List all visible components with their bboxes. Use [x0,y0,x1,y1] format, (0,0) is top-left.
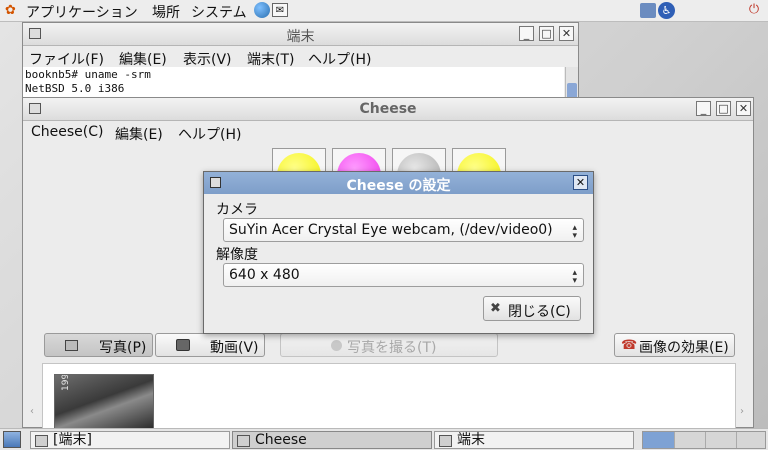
bottom-panel: [端末] Cheese 端末 [0,428,768,450]
workspace-4[interactable] [736,432,765,448]
terminal-menu-help[interactable]: ヘルプ(H) [308,49,371,69]
terminal-task-icon [439,435,452,447]
terminal-menubar: ファイル(F) 編集(E) 表示(V) 端末(T) ヘルプ(H) [23,46,578,68]
taskbar-item-terminal[interactable]: 端末 [434,431,634,449]
workspace-1[interactable] [643,432,674,448]
taskbar-item-label: 端末 [457,432,485,448]
close-button-label: 閉じる(C) [508,304,571,320]
applications-menu[interactable]: アプリケーション [26,2,138,22]
cheese-menubar: Cheese(C) 編集(E) ヘルプ(H) [23,121,753,143]
mail-launcher-icon[interactable]: ✉ [272,3,288,17]
effects-icon: ☎ [621,338,638,353]
video-camera-icon [176,339,190,351]
photo-mode-button[interactable]: 写真(P) [44,333,153,357]
network-icon[interactable] [640,3,656,18]
camera-icon [65,340,78,351]
system-menu[interactable]: システム [191,2,247,22]
cheese-menu-help[interactable]: ヘルプ(H) [178,124,241,144]
top-panel: ✿ アプリケーション 場所 システム ✉ ♿ ⏻ [0,0,768,22]
terminal-task-icon [35,435,48,447]
photo-mode-label: 写真(P) [99,340,147,356]
photo-thumbnail[interactable]: 1998 [54,374,154,430]
terminal-titlebar[interactable]: 端末 _ □ ✕ [23,23,578,46]
resolution-select-value: 640 x 480 [229,267,300,283]
effects-label: 画像の効果(E) [639,340,729,356]
thumbnail-strip[interactable]: 1998 [42,363,736,430]
workspace-2[interactable] [674,432,705,448]
camera-select[interactable]: SuYin Acer Crystal Eye webcam, (/dev/vid… [223,218,584,242]
terminal-menu-file[interactable]: ファイル(F) [29,49,104,69]
close-button[interactable]: ✖ 閉じる(C) [483,296,581,321]
video-mode-button[interactable]: 動画(V) [155,333,265,357]
browser-launcher-icon[interactable] [254,2,270,18]
terminal-line: NetBSD 5.0 i386 [25,82,125,95]
settings-title: Cheese の設定 [346,178,451,194]
record-dot-icon [331,340,342,351]
thumbnail-year-text: 1998 [61,374,71,391]
terminal-menu-terminal[interactable]: 端末(T) [247,49,294,69]
terminal-title: 端末 [286,29,315,45]
video-mode-label: 動画(V) [210,340,259,356]
terminal-scrollbar[interactable] [565,67,578,101]
take-photo-label: 写真を撮る(T) [347,340,437,356]
terminal-close-button[interactable]: ✕ [559,26,574,41]
cheese-minimize-button[interactable]: _ [696,101,711,116]
terminal-menu-view[interactable]: 表示(V) [183,49,232,69]
resolution-label: 解像度 [216,247,258,263]
terminal-maximize-button[interactable]: □ [539,26,554,41]
effects-button[interactable]: ☎ 画像の効果(E) [614,333,735,357]
chevron-updown-icon: ▴ ▾ [572,268,577,286]
cheese-task-icon [237,435,250,447]
close-x-icon: ✖ [490,301,501,316]
terminal-minimize-button[interactable]: _ [519,26,534,41]
cheese-close-button[interactable]: ✕ [736,101,751,116]
cheese-maximize-button[interactable]: □ [716,101,731,116]
settings-titlebar[interactable]: Cheese の設定 ✕ [204,172,593,194]
settings-dialog: Cheese の設定 ✕ カメラ SuYin Acer Crystal Eye … [203,171,594,334]
cheese-titlebar[interactable]: Cheese _ □ ✕ [23,98,753,121]
take-photo-button[interactable]: 写真を撮る(T) [280,333,498,357]
workspace-switcher[interactable] [642,431,766,449]
terminal-line: booknb5# uname -srm [25,68,151,81]
chevron-updown-icon: ▴ ▾ [572,223,577,241]
taskbar-item-label: Cheese [255,432,307,448]
resolution-select[interactable]: 640 x 480 ▴ ▾ [223,263,584,287]
camera-select-value: SuYin Acer Crystal Eye webcam, (/dev/vid… [229,222,553,238]
terminal-output[interactable]: booknb5# uname -srm NetBSD 5.0 i386 [23,67,564,101]
foot-icon[interactable]: ✿ [5,4,19,18]
terminal-window: 端末 _ □ ✕ ファイル(F) 編集(E) 表示(V) 端末(T) ヘルプ(H… [22,22,579,102]
cheese-title: Cheese [359,101,417,117]
taskbar-item-terminal-minimized[interactable]: [端末] [30,431,230,449]
taskbar-item-label: [端末] [53,432,92,448]
cheese-menu-cheese[interactable]: Cheese(C) [31,124,103,140]
workspace-3[interactable] [705,432,736,448]
scroll-right-arrow-icon[interactable]: › [740,406,744,417]
cheese-menu-edit[interactable]: 編集(E) [115,124,163,144]
scroll-left-arrow-icon[interactable]: ‹ [30,406,34,417]
show-desktop-icon[interactable] [3,431,21,448]
terminal-menu-edit[interactable]: 編集(E) [119,49,167,69]
accessibility-icon[interactable]: ♿ [658,2,675,19]
camera-label: カメラ [216,202,258,218]
places-menu[interactable]: 場所 [152,2,180,22]
shutdown-icon[interactable]: ⏻ [746,2,762,18]
settings-close-icon[interactable]: ✕ [573,175,588,190]
taskbar-item-cheese[interactable]: Cheese [232,431,432,449]
